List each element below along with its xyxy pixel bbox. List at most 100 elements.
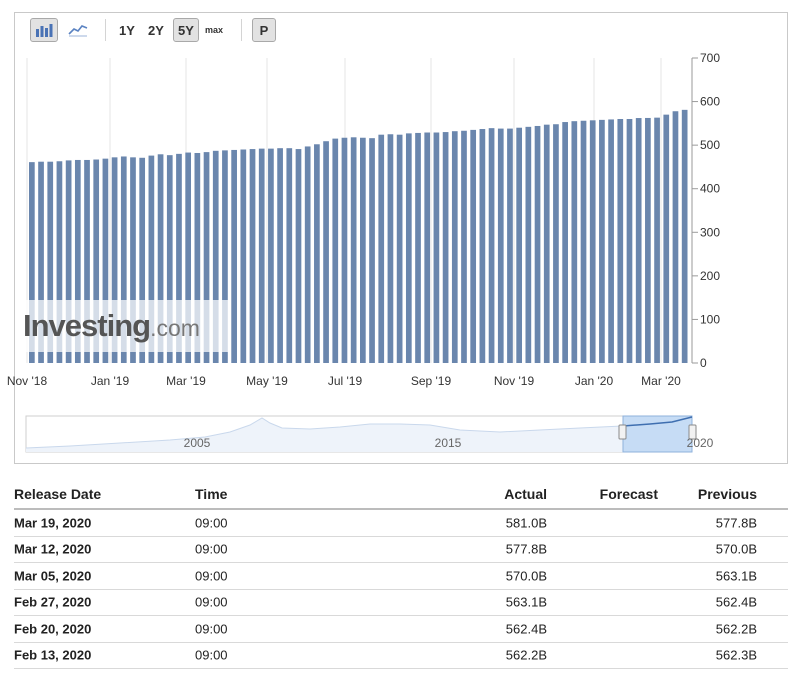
release-date-cell: Mar 19, 2020: [14, 515, 92, 531]
table-row: Mar 05, 2020 09:00 570.0B 563.1B: [14, 563, 788, 590]
header-release-date[interactable]: Release Date: [14, 486, 101, 502]
bar: [268, 148, 274, 363]
bar: [258, 148, 265, 363]
y-tick-label: 100: [700, 312, 720, 326]
bar: [470, 129, 477, 363]
x-tick-label: Nov '19: [494, 374, 535, 388]
bar: [249, 149, 256, 363]
bar: [277, 148, 283, 363]
bar: [451, 131, 458, 363]
previous-cell: 570.0B: [715, 541, 757, 557]
y-tick-label: 400: [700, 182, 720, 196]
y-tick-label: 0: [700, 356, 707, 370]
navigator-year-label: 2020: [687, 436, 714, 450]
bar: [635, 118, 642, 363]
watermark-suffix: .com: [150, 315, 200, 341]
previous-cell: 562.4B: [715, 594, 757, 610]
table-row: Feb 27, 2020 09:00 563.1B 562.4B: [14, 590, 788, 616]
table-row: Mar 12, 2020 09:00 577.8B 570.0B: [14, 537, 788, 563]
bar: [405, 133, 412, 363]
table-row: Feb 20, 2020 09:00 562.4B 562.2B: [14, 616, 788, 643]
time-cell: 09:00: [195, 621, 228, 637]
table-row: Mar 19, 2020 09:00 581.0B 577.8B: [14, 510, 788, 537]
previous-cell: 562.2B: [715, 621, 757, 637]
bar: [433, 132, 440, 363]
bar: [599, 119, 605, 364]
y-tick-label: 500: [700, 138, 720, 152]
bar: [681, 109, 688, 363]
time-cell: 09:00: [195, 568, 228, 584]
x-tick-label: Mar '20: [641, 374, 681, 388]
table-header-row: Release Date Time Actual Forecast Previo…: [14, 480, 788, 510]
time-cell: 09:00: [195, 541, 228, 557]
y-tick-label: 200: [700, 269, 720, 283]
x-tick-label: Jul '19: [328, 374, 363, 388]
bar: [553, 124, 559, 363]
table-body: Mar 19, 2020 09:00 581.0B 577.8B Mar 12, 202…: [14, 510, 788, 669]
release-date-cell: Feb 20, 2020: [14, 621, 92, 637]
x-tick-label: Nov '18: [7, 374, 48, 388]
bar: [479, 129, 486, 363]
bar: [608, 119, 614, 363]
bar: [387, 134, 394, 363]
y-tick-label: 300: [700, 225, 720, 239]
actual-cell: 581.0B: [505, 515, 547, 531]
navigator-selection[interactable]: [622, 415, 693, 453]
bar: [231, 149, 237, 363]
bar: [424, 132, 431, 363]
bar: [617, 119, 624, 363]
x-tick-label: Sep '19: [411, 374, 452, 388]
x-tick-label: Jan '19: [91, 374, 130, 388]
release-table: Release Date Time Actual Forecast Previo…: [14, 480, 788, 669]
bar: [323, 141, 329, 363]
bar: [295, 149, 302, 363]
bar: [396, 134, 403, 363]
release-date-cell: Feb 13, 2020: [14, 647, 92, 663]
bar: [304, 146, 311, 363]
actual-cell: 570.0B: [505, 568, 547, 584]
bar: [332, 138, 339, 363]
bar: [525, 126, 532, 363]
header-time[interactable]: Time: [195, 486, 227, 502]
actual-cell: 563.1B: [505, 594, 547, 610]
bar: [654, 117, 660, 364]
previous-cell: 562.3B: [715, 647, 757, 663]
navigator-year-label: 2015: [435, 436, 462, 450]
previous-cell: 577.8B: [715, 515, 757, 531]
time-cell: 09:00: [195, 594, 228, 610]
header-previous[interactable]: Previous: [698, 486, 757, 502]
bar: [360, 137, 366, 363]
actual-cell: 577.8B: [505, 541, 547, 557]
bar: [543, 124, 550, 363]
main-chart: 0 100 200 300 400 500 600 700 Nov '18 Jan '19 Mar…: [7, 51, 720, 453]
bar: [415, 132, 421, 363]
y-tick-label: 600: [700, 95, 720, 109]
watermark-logo: Investing.com: [23, 308, 200, 344]
bar: [369, 138, 375, 363]
time-cell: 09:00: [195, 647, 228, 663]
bar: [589, 120, 596, 363]
watermark-brand: Investing: [23, 308, 151, 343]
actual-cell: 562.2B: [505, 647, 547, 663]
bar: [488, 128, 495, 363]
bar: [442, 132, 449, 363]
header-actual[interactable]: Actual: [504, 486, 547, 502]
bar: [350, 137, 357, 363]
y-tick-label: 700: [700, 51, 720, 65]
bar: [516, 127, 523, 364]
release-date-cell: Mar 05, 2020: [14, 568, 92, 584]
navigator-year-label: 2005: [184, 436, 211, 450]
release-date-cell: Mar 12, 2020: [14, 541, 92, 557]
navigator-handle-left[interactable]: [618, 424, 627, 440]
x-tick-label: Mar '19: [166, 374, 206, 388]
header-forecast[interactable]: Forecast: [600, 486, 658, 502]
bar: [240, 149, 247, 363]
bar: [663, 114, 670, 363]
bar: [672, 111, 679, 364]
bar: [341, 137, 348, 363]
bar: [562, 122, 568, 363]
bar: [378, 134, 385, 363]
bar: [571, 121, 578, 364]
previous-cell: 563.1B: [715, 568, 757, 584]
bar: [507, 128, 513, 363]
